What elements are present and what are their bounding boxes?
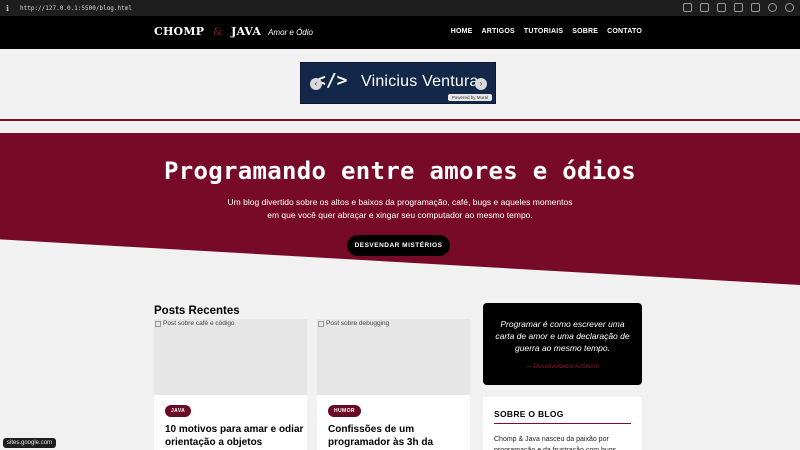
link-icon[interactable] (683, 3, 692, 12)
hero-subtitle: Um blog divertido sobre os altos e baixo… (0, 196, 800, 222)
browser-toolbar: ℹ http://127.0.0.1:5500/blog.html (0, 0, 800, 16)
quote-author: — Desenvolvedor Anônimo (526, 364, 599, 370)
about-title: SOBRE O BLOG (494, 409, 564, 419)
nav-artigos[interactable]: ARTIGOS (482, 28, 515, 35)
divider (0, 119, 800, 121)
broken-image-alt: Post sobre debugging (318, 320, 389, 327)
broken-image-alt: Post sobre café e código (155, 320, 235, 327)
hero-subtitle-line-1: Um blog divertido sobre os altos e baixo… (227, 197, 573, 207)
content-section: Posts Recentes Post sobre café e código … (0, 285, 800, 450)
post-card[interactable]: Post sobre debugging HUMOR Confissões de… (317, 319, 470, 450)
hero-section: Programando entre amores e ódios Um blog… (0, 133, 800, 285)
post-tag[interactable]: JAVA (165, 405, 192, 417)
post-image[interactable]: Post sobre café e código (154, 319, 307, 395)
extension-icon[interactable] (751, 3, 760, 12)
about-text: Chomp & Java nasceu da paixão por progra… (494, 436, 616, 450)
screenshot-icon[interactable] (717, 3, 726, 12)
nav-contato[interactable]: CONTATO (607, 28, 642, 35)
logo-chomp: CHOMP (154, 25, 205, 38)
post-image-alt-text: Post sobre café e código (163, 320, 235, 327)
profile-banner[interactable]: </> ‹ Vinicius Ventura › Powered by Mura… (300, 62, 496, 104)
about-box: SOBRE O BLOG Chomp & Java nasceu da paix… (483, 397, 642, 450)
quote-box: Programar é como escrever uma carta de a… (483, 303, 642, 385)
banner-name: Vinicius Ventura (361, 73, 479, 90)
hero-subtitle-line-2: em que você quer abraçar e xingar seu co… (267, 210, 533, 220)
broken-image-icon (318, 320, 324, 327)
nav-home[interactable]: HOME (451, 28, 473, 35)
post-image[interactable]: Post sobre debugging (317, 319, 470, 395)
banner-area: </> ‹ Vinicius Ventura › Powered by Mura… (0, 49, 800, 119)
status-bar: sites.google.com (3, 438, 57, 448)
settings-icon[interactable] (768, 3, 777, 12)
address-bar[interactable]: http://127.0.0.1:5500/blog.html (20, 5, 132, 12)
mail-icon[interactable] (734, 3, 743, 12)
powered-by-badge[interactable]: Powered by Mural (447, 94, 492, 101)
site-header: CHOMP & JAVA Amor e Ódio HOME ARTIGOS TU… (0, 16, 800, 49)
post-title[interactable]: Confissões de um programador às 3h da ma… (328, 423, 468, 450)
logo-tagline: Amor e Ódio (268, 28, 313, 37)
info-icon[interactable]: ℹ (6, 4, 16, 13)
posts-heading: Posts Recentes (154, 305, 240, 317)
nav-sobre[interactable]: SOBRE (572, 28, 598, 35)
logo-java: JAVA (231, 25, 262, 38)
hero-title: Programando entre amores e ódios (164, 157, 636, 185)
logo-ampersand: & (213, 27, 223, 38)
discover-button[interactable]: DESVENDAR MISTÉRIOS (347, 235, 450, 256)
broken-image-icon (155, 320, 161, 327)
main-nav: HOME ARTIGOS TUTORIAIS SOBRE CONTATO (451, 28, 642, 35)
chevron-left-icon[interactable]: ‹ (310, 78, 322, 90)
post-card[interactable]: Post sobre café e código JAVA 10 motivos… (154, 319, 307, 450)
profile-icon[interactable] (785, 3, 794, 12)
post-image-alt-text: Post sobre debugging (326, 320, 390, 327)
reader-icon[interactable] (700, 3, 709, 12)
post-tag[interactable]: HUMOR (328, 405, 361, 417)
site-logo[interactable]: CHOMP & JAVA Amor e Ódio (154, 25, 313, 38)
post-title[interactable]: 10 motivos para amar e odiar orientação … (165, 423, 305, 449)
about-divider (494, 423, 631, 424)
quote-text: Programar é como escrever uma carta de a… (495, 319, 630, 353)
browser-tools (683, 3, 794, 12)
chevron-right-icon[interactable]: › (475, 78, 487, 90)
nav-tutoriais[interactable]: TUTORIAIS (524, 28, 563, 35)
